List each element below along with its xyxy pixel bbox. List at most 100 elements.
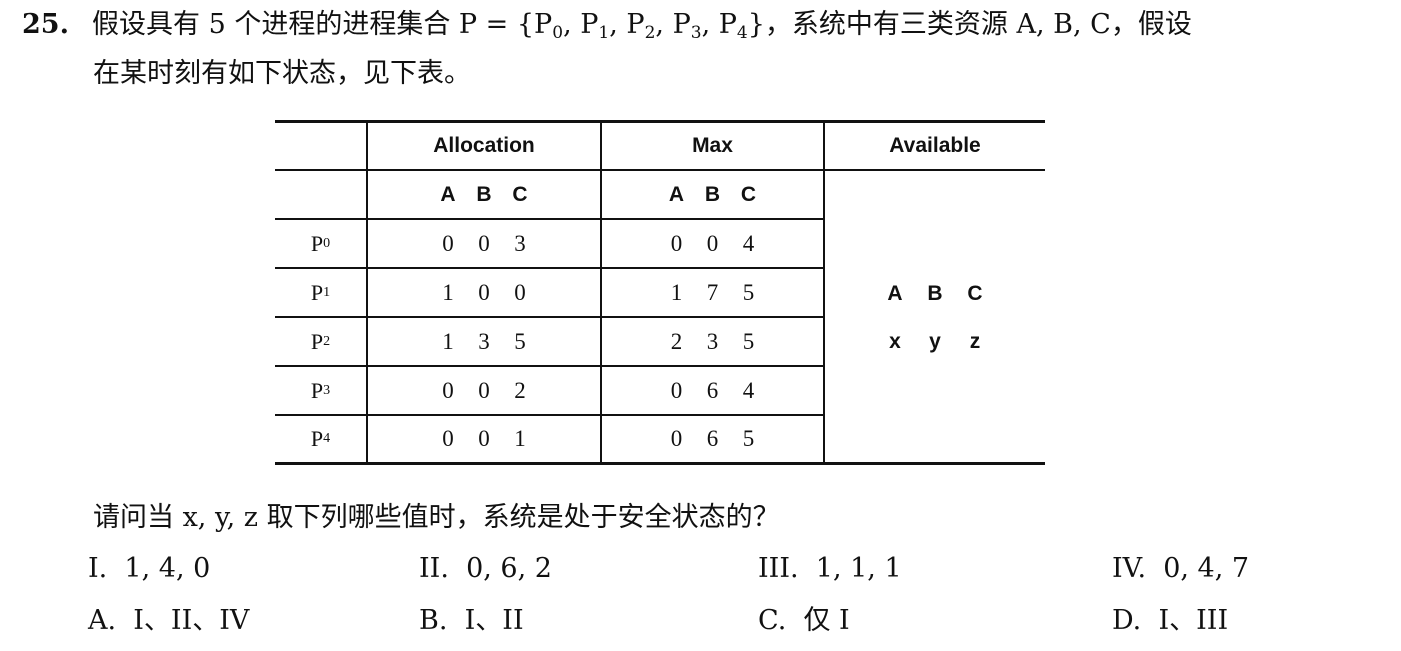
max-values: 235	[602, 318, 823, 365]
cell-value: 2	[670, 328, 683, 354]
cell-value: 5	[742, 279, 755, 305]
resource-letter: C	[512, 182, 528, 206]
process-letter: P	[310, 426, 324, 451]
set-sub-2: 2	[644, 23, 656, 43]
cell-value: 0	[478, 230, 490, 256]
set-sub-3: 3	[690, 23, 702, 43]
header-available: Available	[889, 134, 981, 157]
cell-value: 0	[706, 230, 719, 256]
answer-b[interactable]: B. I、II	[419, 603, 524, 639]
max-resource-letters: ABC	[602, 171, 823, 218]
resource-letter: C	[740, 182, 757, 206]
set-sub-0: 0	[552, 23, 564, 43]
allocation-values: 100	[368, 269, 600, 316]
cell-value: 3	[478, 328, 490, 354]
cell-value: 0	[670, 426, 683, 451]
answer-label: B.	[419, 605, 448, 636]
cell-value: 3	[514, 230, 526, 256]
resource-table: Allocation Max Available ABC ABC P0 003 …	[275, 120, 1045, 467]
header-max: Max	[692, 134, 733, 157]
cell-value: 1	[442, 328, 454, 354]
allocation-values: 001	[368, 416, 600, 462]
choice-iii: III. 1, 1, 1	[758, 551, 902, 587]
cell-value: 3	[706, 328, 719, 354]
question-line-1: 25. 假设具有 5 个进程的进程集合 P = {P0, P1, P2, P3, …	[22, 9, 1192, 43]
cell-value: 0	[670, 377, 683, 403]
cell-value: 1	[442, 279, 454, 305]
answer-value: I、II	[464, 605, 524, 636]
choice-iv: IV. 0, 4, 7	[1112, 551, 1249, 587]
process-name: P2	[310, 328, 331, 354]
cell-value: 2	[514, 377, 526, 403]
max-values: 064	[602, 367, 823, 414]
cell-value: 0	[478, 279, 490, 305]
cell-value: 5	[514, 328, 526, 354]
cell-value: 0	[478, 426, 490, 451]
answer-value: 仅 I	[803, 605, 850, 636]
choice-i: I. 1, 4, 0	[88, 551, 210, 587]
answer-d[interactable]: D. I、III	[1112, 603, 1228, 639]
answer-label: C.	[758, 605, 787, 636]
answer-value: I、II、IV	[133, 605, 250, 636]
resource-letter: B	[704, 182, 721, 206]
available-values: x y z	[825, 320, 1045, 364]
resource-letter: B	[927, 282, 943, 305]
cell-value: 6	[706, 377, 719, 403]
choice-value: 1, 4, 0	[124, 553, 211, 584]
question-ask: 请问当 x, y, z 取下列哪些值时，系统是处于安全状态的？	[93, 502, 780, 533]
answer-label: D.	[1112, 605, 1142, 636]
question-line-2: 在某时刻有如下状态，见下表。	[93, 58, 471, 89]
question-intro: 假设具有 5 个进程的进程集合 P = {P	[92, 9, 553, 40]
allocation-resource-letters: ABC	[368, 171, 600, 218]
max-values: 004	[602, 220, 823, 267]
choice-value: 0, 4, 7	[1163, 553, 1250, 584]
choice-ii: II. 0, 6, 2	[419, 551, 552, 587]
cell-value: 4	[742, 377, 755, 403]
allocation-values: 135	[368, 318, 600, 365]
available-value: y	[929, 330, 941, 353]
process-name: P4	[310, 426, 331, 451]
cell-value: 0	[442, 426, 454, 451]
choice-label: III.	[758, 553, 799, 584]
resource-letter: A	[440, 182, 456, 206]
allocation-values: 002	[368, 367, 600, 414]
answer-label: A.	[88, 605, 117, 636]
set-sub-4: 4	[736, 23, 748, 43]
cell-value: 0	[514, 279, 526, 305]
answer-c[interactable]: C. 仅 I	[758, 603, 850, 639]
cell-value: 1	[670, 279, 683, 305]
table-bottom-rule	[275, 462, 1045, 465]
available-value: z	[969, 330, 981, 353]
resource-letter: B	[476, 182, 492, 206]
resource-letter: A	[668, 182, 685, 206]
cell-value: 0	[670, 230, 683, 256]
cell-value: 6	[706, 426, 719, 451]
cell-value: 5	[742, 426, 755, 451]
process-letter: P	[310, 328, 324, 354]
header-allocation: Allocation	[433, 134, 535, 157]
max-values: 175	[602, 269, 823, 316]
process-name: P3	[310, 377, 331, 403]
allocation-values: 003	[368, 220, 600, 267]
question-number: 25.	[22, 9, 69, 40]
cell-value: 0	[442, 230, 454, 256]
choice-value: 1, 1, 1	[815, 553, 902, 584]
resource-letter: C	[967, 282, 983, 305]
cell-value: 1	[514, 426, 526, 451]
available-value: x	[889, 330, 901, 353]
answer-value: I、III	[1158, 605, 1229, 636]
process-letter: P	[310, 230, 324, 256]
answer-a[interactable]: A. I、II、IV	[88, 603, 249, 639]
process-letter: P	[310, 279, 324, 305]
choice-label: II.	[419, 553, 449, 584]
process-name: P0	[310, 230, 331, 256]
question-intro-tail: }，系统中有三类资源 A, B, C，假设	[747, 9, 1192, 40]
cell-value: 0	[442, 377, 454, 403]
available-resource-letters: A B C	[825, 272, 1045, 316]
cell-value: 7	[706, 279, 719, 305]
cell-value: 4	[742, 230, 755, 256]
cell-value: 0	[478, 377, 490, 403]
resource-letter: A	[887, 282, 903, 305]
choice-label: I.	[88, 553, 108, 584]
process-name: P1	[310, 279, 331, 305]
